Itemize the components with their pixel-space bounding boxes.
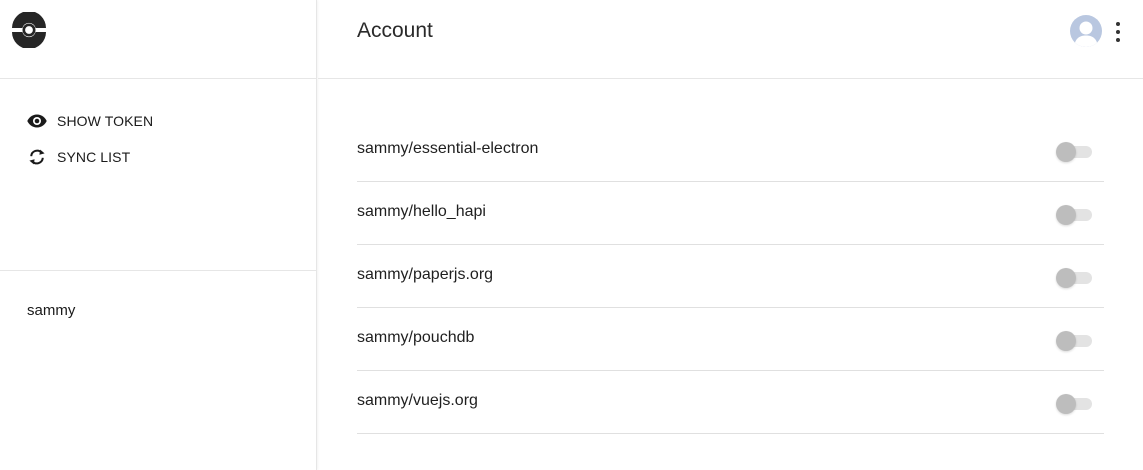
- toggle-thumb: [1056, 205, 1076, 225]
- repo-row: sammy/hello_hapi: [357, 182, 1104, 245]
- show-token-menu-item[interactable]: SHOW TOKEN: [0, 103, 316, 139]
- kebab-dot: [1116, 30, 1120, 34]
- user-silhouette-icon: [1074, 21, 1098, 47]
- sync-list-menu-item[interactable]: SYNC LIST: [0, 139, 316, 175]
- toggle-thumb: [1056, 394, 1076, 414]
- eye-icon: [27, 111, 47, 131]
- repo-name: sammy/vuejs.org: [357, 392, 478, 409]
- repo-row: sammy/essential-electron: [357, 119, 1104, 182]
- repo-toggle[interactable]: [1056, 393, 1092, 414]
- repo-row: sammy/vuejs.org: [357, 371, 1104, 434]
- repo-row: sammy/pouchdb: [357, 308, 1104, 371]
- sync-list-label: SYNC LIST: [57, 149, 131, 165]
- toggle-thumb: [1056, 142, 1076, 162]
- sidebar-user-name[interactable]: sammy: [0, 271, 316, 319]
- top-bar: Account: [318, 0, 1143, 79]
- kebab-dot: [1116, 22, 1120, 26]
- repo-name: sammy/pouchdb: [357, 329, 475, 346]
- toggle-thumb: [1056, 268, 1076, 288]
- more-vert-icon[interactable]: [1113, 20, 1123, 44]
- toggle-thumb: [1056, 331, 1076, 351]
- repo-toggle[interactable]: [1056, 330, 1092, 351]
- sync-icon: [27, 147, 47, 167]
- main-content: Account sammy/essential-electron sammy/h…: [318, 0, 1143, 470]
- kebab-dot: [1116, 38, 1120, 42]
- show-token-label: SHOW TOKEN: [57, 113, 154, 129]
- repo-toggle[interactable]: [1056, 267, 1092, 288]
- repo-name: sammy/hello_hapi: [357, 203, 486, 220]
- repo-name: sammy/paperjs.org: [357, 266, 494, 283]
- repo-toggle[interactable]: [1056, 204, 1092, 225]
- repo-toggle[interactable]: [1056, 141, 1092, 162]
- sidebar-menu: SHOW TOKEN SYNC LIST: [0, 79, 316, 271]
- pokeball-logo-icon[interactable]: [11, 12, 47, 48]
- app-window: SHOW TOKEN SYNC LIST sammy Account sammy…: [0, 0, 1143, 470]
- sidebar-header: [0, 0, 316, 79]
- repo-row: sammy/paperjs.org: [357, 245, 1104, 308]
- avatar[interactable]: [1070, 15, 1102, 47]
- repo-name: sammy/essential-electron: [357, 140, 539, 157]
- page-title: Account: [357, 19, 433, 42]
- sidebar: SHOW TOKEN SYNC LIST sammy: [0, 0, 317, 470]
- repo-list: sammy/essential-electron sammy/hello_hap…: [357, 119, 1104, 434]
